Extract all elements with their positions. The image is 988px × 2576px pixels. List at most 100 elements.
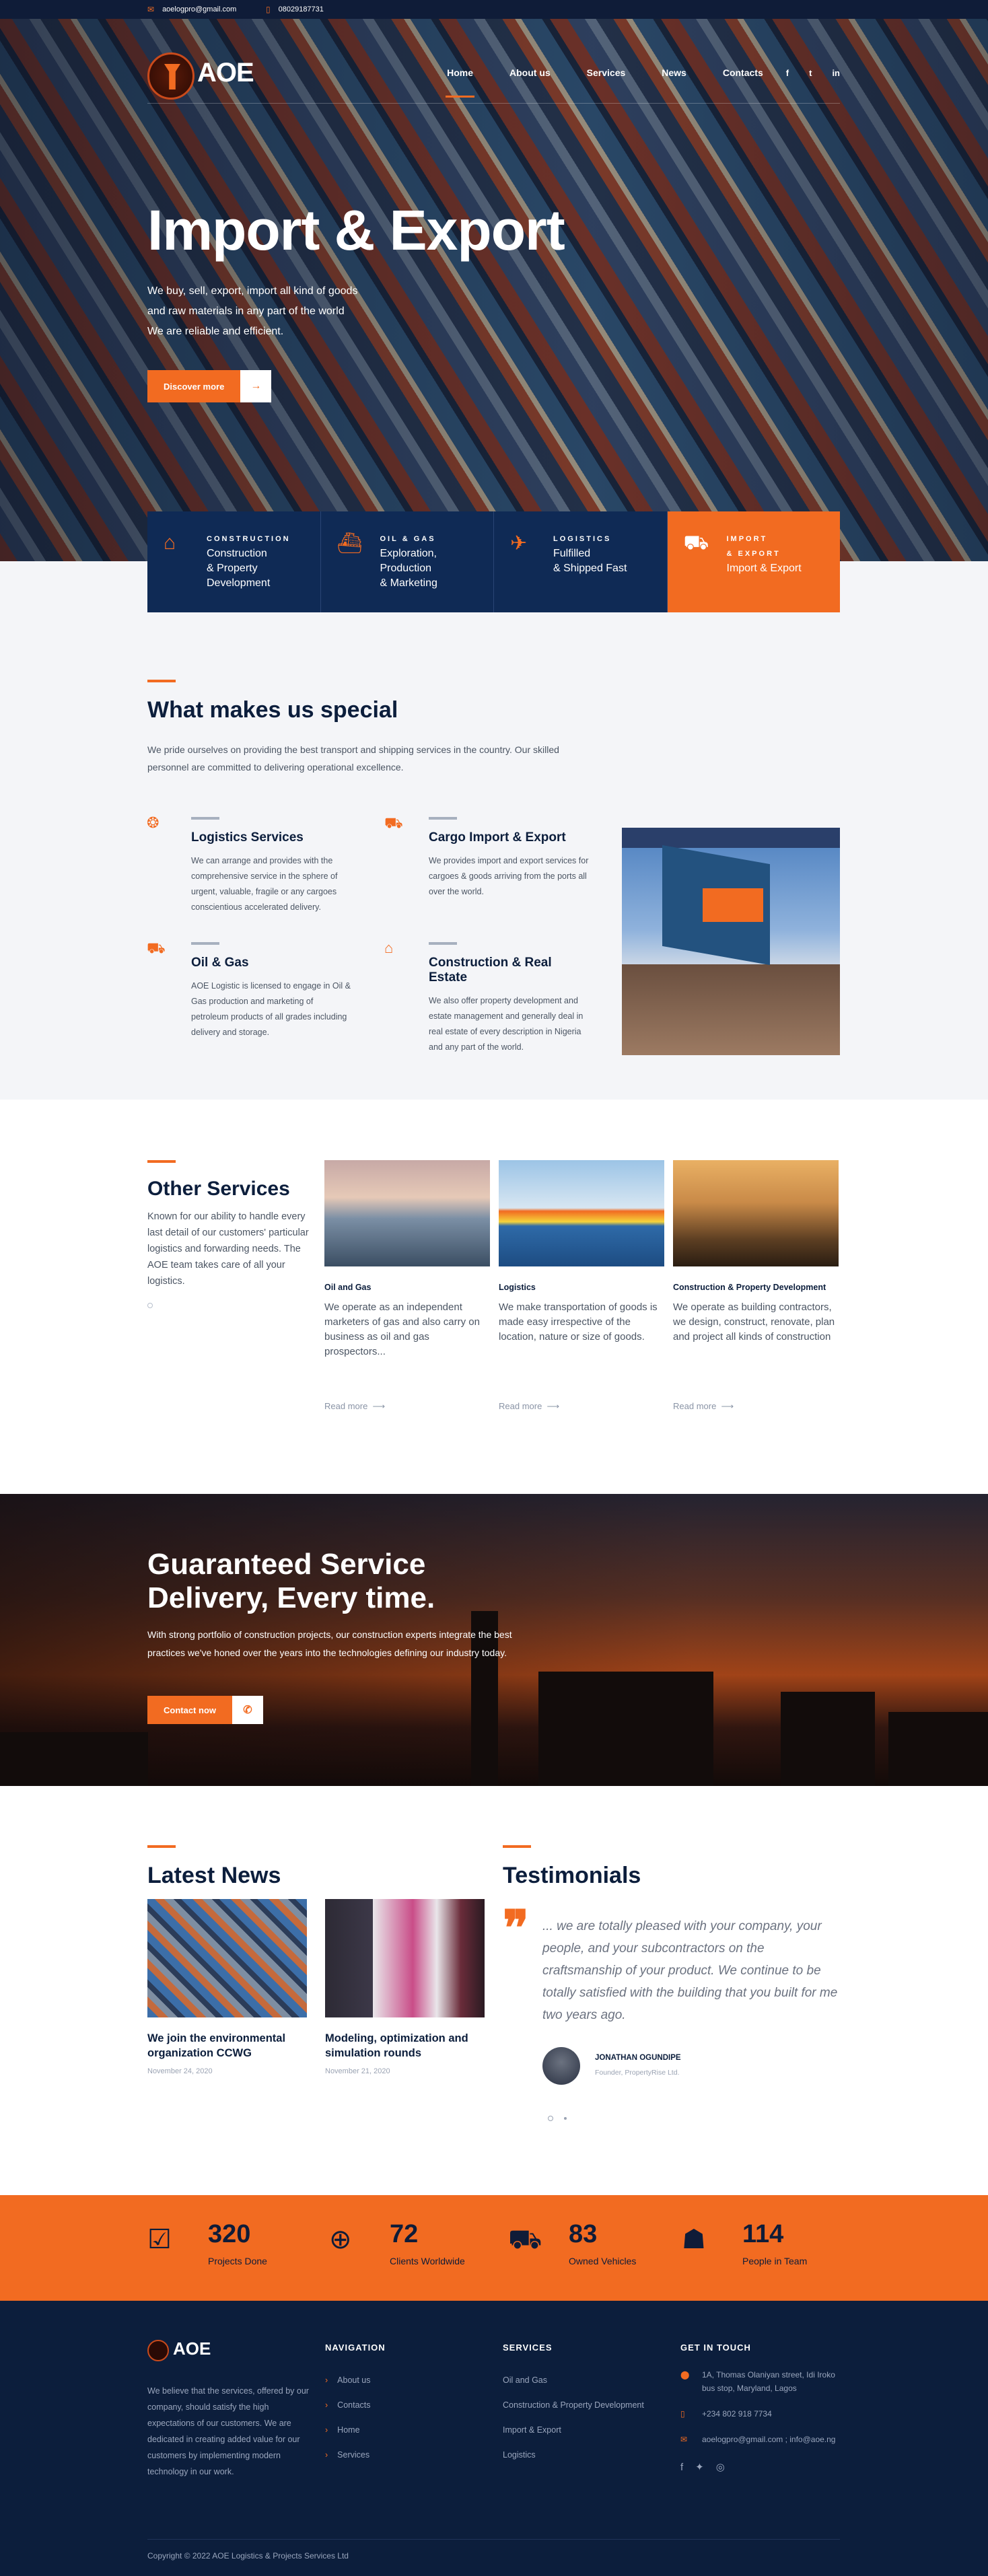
feature-construction[interactable]: ⌂ CONSTRUCTION Construction & Property De… bbox=[147, 511, 321, 612]
testimonial-name: JONATHAN OGUNDIPE bbox=[595, 2054, 681, 2062]
nav-links: Home About us Services News Contacts f t… bbox=[411, 67, 840, 98]
chevron-right-icon: › bbox=[325, 2450, 328, 2460]
location-pin-icon: ⬤ bbox=[680, 2370, 690, 2380]
footer-contact: ⬤ 1A, Thomas Olaniyan street, Idi Iroko b… bbox=[680, 2368, 842, 2474]
ship-icon: ⛴ bbox=[337, 532, 363, 554]
contact-now-button[interactable]: Contact now ✆ bbox=[147, 1696, 263, 1724]
other-services-intro: Other Services Known for our ability to … bbox=[147, 1160, 316, 1308]
crane-image bbox=[622, 828, 840, 1055]
footer-nav-title: NAVIGATION bbox=[325, 2342, 386, 2353]
hero-lead: We buy, sell, export, import all kind of… bbox=[147, 285, 358, 337]
footer-link[interactable]: Oil and Gas bbox=[503, 2368, 644, 2393]
footer-link[interactable]: › Services bbox=[325, 2443, 371, 2468]
mail-icon: ✉ bbox=[680, 2435, 688, 2444]
phone-icon: ▯ bbox=[266, 5, 271, 14]
read-more-link[interactable]: Read more ⟶ bbox=[324, 1401, 385, 1412]
logo-mark bbox=[147, 2340, 169, 2361]
footer-link[interactable]: › About us bbox=[325, 2368, 371, 2393]
stat-projects: ☑ 320 Projects Done bbox=[147, 2220, 267, 2266]
service-cargo: ⛟ Cargo Import & Export We provides impo… bbox=[384, 814, 589, 896]
testimonials-header: Testimonials bbox=[503, 1845, 839, 1889]
chevron-right-icon: › bbox=[325, 2425, 328, 2435]
slider-dot-active[interactable] bbox=[548, 2116, 553, 2121]
facebook-icon[interactable]: f bbox=[786, 68, 789, 78]
main-nav: AOE Home About us Services News Contacts… bbox=[147, 38, 840, 104]
twitter-icon[interactable]: ✦ bbox=[695, 2461, 704, 2474]
footer-services-title: SERVICES bbox=[503, 2342, 553, 2353]
truck-image bbox=[325, 1899, 485, 2017]
service-card-construction[interactable]: Construction & Property Development We o… bbox=[673, 1160, 839, 1411]
phone-icon: ✆ bbox=[232, 1696, 263, 1724]
special-text: We pride ourselves on providing the best… bbox=[147, 744, 559, 773]
feature-import-export[interactable]: ⛟ IMPORT & EXPORT Import & Export bbox=[667, 511, 840, 612]
guarantee-text: With strong portfolio of construction pr… bbox=[147, 1629, 512, 1658]
nav-services[interactable]: Services bbox=[587, 67, 626, 78]
stat-vehicles: ⛟ 83 Owned Vehicles bbox=[508, 2220, 637, 2266]
chevron-right-icon: › bbox=[325, 2400, 328, 2410]
footer-logo[interactable]: AOE bbox=[147, 2338, 221, 2368]
globe-icon: ⊕ bbox=[329, 2225, 352, 2254]
logo[interactable]: AOE bbox=[147, 52, 254, 100]
avatar bbox=[542, 2047, 580, 2085]
ship-image bbox=[499, 1160, 664, 1266]
feature-logistics[interactable]: ✈ LOGISTICS Fulfilled & Shipped Fast bbox=[494, 511, 668, 612]
guarantee-title: Guaranteed Service Delivery, Every time. bbox=[147, 1548, 435, 1614]
service-logistics: ❂ Logistics Services We can arrange and … bbox=[147, 814, 338, 912]
footer-contact-title: GET IN TOUCH bbox=[680, 2342, 751, 2353]
news-card[interactable]: Modeling, optimization and simulation ro… bbox=[325, 1899, 485, 2075]
mail-icon: ✉ bbox=[147, 5, 155, 14]
pipeline-image bbox=[324, 1160, 490, 1266]
hero-section: AOE Home About us Services News Contacts… bbox=[0, 19, 988, 561]
slider-dot[interactable] bbox=[147, 1303, 153, 1308]
topbar-email[interactable]: ✉ aoelogpro@gmail.com bbox=[147, 0, 236, 19]
special-title: What makes us special bbox=[147, 697, 398, 723]
clipboard-icon: ☑ bbox=[147, 2225, 172, 2254]
truck-icon: ⛟ bbox=[147, 939, 166, 956]
discover-more-button[interactable]: Discover more → bbox=[147, 370, 272, 402]
footer-services-list: Oil and Gas Construction & Property Deve… bbox=[503, 2368, 644, 2468]
linkedin-icon[interactable]: in bbox=[832, 68, 840, 78]
footer-link[interactable]: › Contacts bbox=[325, 2393, 371, 2418]
footer-link[interactable]: Logistics bbox=[503, 2443, 644, 2468]
facebook-icon[interactable]: f bbox=[680, 2461, 683, 2474]
footer: AOE We believe that the services, offere… bbox=[0, 2301, 988, 2576]
team-icon: ☗ bbox=[682, 2225, 706, 2254]
stat-clients: ⊕ 72 Clients Worldwide bbox=[329, 2220, 465, 2266]
phone-icon: ▯ bbox=[680, 2409, 685, 2419]
footer-divider bbox=[147, 2539, 840, 2540]
arrow-right-icon: → bbox=[240, 370, 272, 402]
read-more-link[interactable]: Read more ⟶ bbox=[499, 1401, 559, 1412]
testimonials-title: Testimonials bbox=[503, 1863, 641, 1888]
house-icon: ⌂ bbox=[164, 532, 176, 554]
special-content: What makes us special We pride ourselves… bbox=[147, 680, 840, 776]
footer-about: We believe that the services, offered by… bbox=[147, 2386, 309, 2476]
nav-about[interactable]: About us bbox=[509, 67, 551, 78]
service-card-logistics[interactable]: Logistics We make transportation of good… bbox=[499, 1160, 664, 1411]
twitter-icon[interactable]: t bbox=[809, 68, 812, 78]
containers-image bbox=[147, 1899, 307, 2017]
top-bar: ✉ aoelogpro@gmail.com ▯ 08029187731 bbox=[0, 0, 988, 19]
service-card-oil-gas[interactable]: Oil and Gas We operate as an independent… bbox=[324, 1160, 490, 1411]
nav-news[interactable]: News bbox=[662, 67, 686, 78]
read-more-link[interactable]: Read more ⟶ bbox=[673, 1401, 734, 1412]
slider-dot[interactable] bbox=[564, 2117, 567, 2120]
news-card[interactable]: We join the environmental organization C… bbox=[147, 1899, 307, 2075]
footer-link[interactable]: Import & Export bbox=[503, 2418, 644, 2443]
feature-oil-gas[interactable]: ⛴ OIL & GAS Exploration, Production & Mar… bbox=[320, 511, 494, 612]
nav-contacts[interactable]: Contacts bbox=[723, 67, 763, 78]
footer-link[interactable]: › Home bbox=[325, 2418, 371, 2443]
hero-title: Import & Export bbox=[147, 199, 565, 262]
copyright: Copyright © 2022 AOE Logistics & Project… bbox=[147, 2551, 349, 2561]
other-services-title: Other Services bbox=[147, 1178, 290, 1200]
instagram-icon[interactable]: ◎ bbox=[716, 2461, 725, 2474]
box-icon: ❂ bbox=[147, 814, 160, 831]
news-header: Latest News bbox=[147, 1845, 484, 1889]
testimonial-role: Founder, PropertyRise Ltd. bbox=[595, 2069, 680, 2077]
section-accent-bar bbox=[147, 680, 176, 682]
footer-link[interactable]: Construction & Property Development bbox=[503, 2393, 644, 2418]
forklift-icon: ⛟ bbox=[683, 532, 709, 554]
workers-image bbox=[673, 1160, 839, 1266]
nav-home[interactable]: Home bbox=[446, 67, 474, 98]
testimonial-quote: ... we are totally pleased with your com… bbox=[542, 1919, 838, 2022]
topbar-phone[interactable]: ▯ 08029187731 bbox=[266, 0, 324, 19]
